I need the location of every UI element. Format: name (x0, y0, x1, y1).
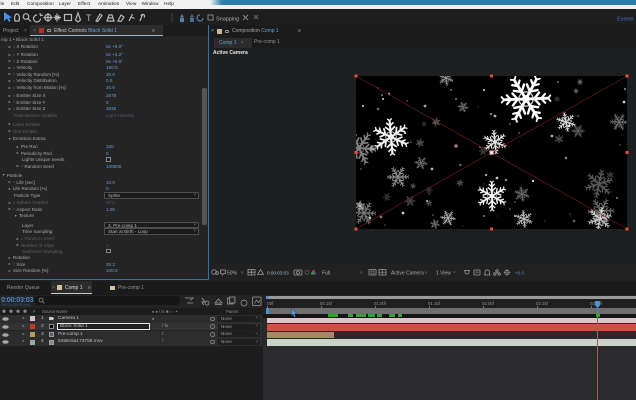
svg-text:T: T (86, 13, 92, 23)
svg-text:#: # (33, 309, 36, 314)
svg-text:Active Camera: Active Camera (391, 271, 424, 277)
svg-text:+0.0: +0.0 (515, 271, 525, 276)
svg-text:Source Name: Source Name (42, 309, 68, 314)
svg-text:˅: ˅ (453, 270, 456, 275)
svg-text:1 View: 1 View (436, 271, 451, 277)
svg-text:Essent: Essent (617, 17, 634, 23)
svg-text:Parent: Parent (226, 309, 239, 314)
svg-text:Full: Full (322, 271, 330, 277)
svg-text:0:00:03:03: 0:00:03:03 (267, 271, 289, 276)
svg-text:♠ ● \ fx ■ ○ ◦ •: ♠ ● \ fx ■ ○ ◦ • (152, 309, 178, 314)
svg-text:˅: ˅ (241, 270, 244, 275)
svg-text:˅: ˅ (425, 270, 428, 275)
svg-text:50%: 50% (227, 271, 238, 277)
svg-text:˅: ˅ (360, 270, 363, 275)
svg-text:Snapping: Snapping (216, 17, 239, 23)
